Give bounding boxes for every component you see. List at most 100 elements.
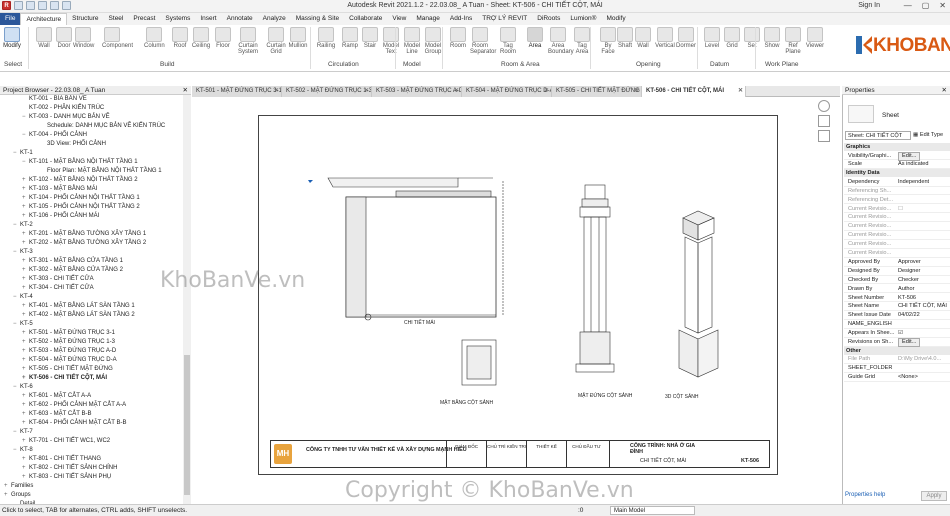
- expand-toggle-icon[interactable]: −: [13, 221, 20, 230]
- close-icon[interactable]: ✕: [364, 86, 369, 97]
- expand-toggle-icon[interactable]: +: [22, 275, 29, 284]
- tree-item[interactable]: + KT-604 - PHỐI CẢNH MẶT CẮT B-B: [0, 419, 190, 428]
- expand-toggle-icon[interactable]: +: [22, 185, 29, 194]
- ribbon-button-0[interactable]: Modify: [2, 27, 22, 49]
- property-row[interactable]: Referencing Sh...: [844, 187, 950, 196]
- ribbon-button-12[interactable]: Railing: [316, 27, 336, 49]
- project-browser-tree[interactable]: KT-001 - BÌA BẢN VẼ KT-002 - PHÂN KIẾN TR…: [0, 95, 191, 505]
- ribbon-button-13[interactable]: Ramp: [340, 27, 360, 49]
- ribbon-button-5[interactable]: Column: [144, 27, 165, 49]
- close-icon[interactable]: ✕: [634, 86, 639, 97]
- expand-toggle-icon[interactable]: +: [22, 365, 29, 374]
- tree-item[interactable]: KT-002 - PHÂN KIẾN TRÚC: [0, 104, 190, 113]
- ribbon-button-25[interactable]: Shaft: [615, 27, 635, 49]
- property-row[interactable]: Current Revisio... ☐: [844, 205, 950, 214]
- view-tab[interactable]: KT-503 - MẶT ĐỨNG TRỤC A-D ✕: [372, 86, 462, 97]
- ribbon-button-6[interactable]: Roof: [170, 27, 190, 49]
- tree-item[interactable]: − KT-8: [0, 446, 190, 455]
- expand-toggle-icon[interactable]: +: [22, 374, 29, 383]
- expand-toggle-icon[interactable]: +: [22, 347, 29, 356]
- expand-toggle-icon[interactable]: +: [22, 473, 29, 482]
- property-section[interactable]: Other: [844, 346, 950, 355]
- ribbon-tab-4[interactable]: Precast: [128, 13, 160, 25]
- expand-toggle-icon[interactable]: +: [22, 194, 29, 203]
- property-row[interactable]: Current Revisio...: [844, 231, 950, 240]
- tree-item[interactable]: − KT-2: [0, 221, 190, 230]
- ribbon-tab-7[interactable]: Annotate: [222, 13, 258, 25]
- ribbon-button-3[interactable]: Window: [73, 27, 94, 49]
- expand-toggle-icon[interactable]: +: [22, 464, 29, 473]
- tree-item[interactable]: + KT-401 - MẶT BẰNG LÁT SÀN TẦNG 1: [0, 302, 190, 311]
- tree-item[interactable]: + KT-603 - MẶT CẮT B-B: [0, 410, 190, 419]
- expand-toggle-icon[interactable]: +: [22, 455, 29, 464]
- close-icon[interactable]: ✕: [454, 86, 459, 97]
- active-model-dropdown[interactable]: Main Model: [610, 506, 695, 515]
- tree-item[interactable]: − KT-003 - DANH MỤC BẢN VẼ: [0, 113, 190, 122]
- ribbon-tab-8[interactable]: Analyze: [258, 13, 291, 25]
- close-icon[interactable]: ✕: [939, 1, 946, 10]
- property-value[interactable]: D:\My Drive\4.0...: [898, 355, 950, 364]
- property-value[interactable]: KT-506: [898, 294, 950, 303]
- property-value[interactable]: Approver: [898, 258, 950, 267]
- ribbon-tab-11[interactable]: View: [387, 13, 411, 25]
- ribbon-button-26[interactable]: Wall: [633, 27, 653, 49]
- property-row[interactable]: Current Revisio...: [844, 213, 950, 223]
- ribbon-tab-0[interactable]: File: [0, 13, 21, 25]
- expand-toggle-icon[interactable]: +: [22, 392, 29, 401]
- tree-item[interactable]: + KT-801 - CHI TIẾT THANG: [0, 455, 190, 464]
- property-row[interactable]: Current Revisio...: [844, 240, 950, 249]
- tree-item[interactable]: + KT-802 - CHI TIẾT SẢNH CHÍNH: [0, 464, 190, 473]
- expand-toggle-icon[interactable]: −: [13, 446, 20, 455]
- expand-toggle-icon[interactable]: +: [22, 356, 29, 365]
- close-icon[interactable]: ✕: [183, 86, 188, 95]
- ribbon-button-18[interactable]: Room: [448, 27, 468, 49]
- expand-toggle-icon[interactable]: −: [13, 248, 20, 257]
- ribbon-button-11[interactable]: Mullion: [288, 27, 308, 49]
- tree-item[interactable]: − KT-6: [0, 383, 190, 392]
- tree-item[interactable]: − KT-004 - PHỐI CẢNH: [0, 131, 190, 140]
- tree-item[interactable]: + KT-501 - MẶT ĐỨNG TRỤC 3-1: [0, 329, 190, 338]
- property-row[interactable]: Designed By Designer: [844, 267, 950, 276]
- tree-item[interactable]: − KT-4: [0, 293, 190, 302]
- property-row[interactable]: Current Revisio...: [844, 249, 950, 258]
- ribbon-button-1[interactable]: Wall: [34, 27, 54, 49]
- edit-button[interactable]: Edit...: [898, 151, 921, 161]
- tree-item[interactable]: + KT-701 - CHI TIẾT WC1, WC2: [0, 437, 190, 446]
- tree-item[interactable]: KT-001 - BÌA BẢN VẼ: [0, 95, 190, 104]
- property-row[interactable]: SHEET_FOLDER: [844, 364, 950, 374]
- tree-item[interactable]: + KT-505 - CHI TIẾT MẶT ĐỨNG: [0, 365, 190, 374]
- property-value[interactable]: CHI TIẾT CỘT, MÁI: [898, 302, 950, 311]
- ribbon-tab-1[interactable]: Architecture: [20, 13, 68, 25]
- expand-toggle-icon[interactable]: −: [13, 428, 20, 437]
- property-row[interactable]: Appears In Shee... ☑: [844, 329, 950, 338]
- property-section[interactable]: Graphics: [844, 143, 950, 151]
- expand-toggle-icon[interactable]: +: [22, 257, 29, 266]
- property-row[interactable]: NAME_ENGLISH: [844, 320, 950, 329]
- ribbon-button-17[interactable]: Model Group: [423, 27, 443, 55]
- tree-item[interactable]: + KT-301 - MẶT BẰNG CỬA TẦNG 1: [0, 257, 190, 266]
- property-value[interactable]: ☑: [898, 329, 950, 338]
- ribbon-tab-17[interactable]: Modify: [601, 13, 630, 25]
- ribbon-button-32[interactable]: Show: [762, 27, 782, 49]
- tree-item[interactable]: − KT-1: [0, 149, 190, 158]
- ribbon-button-4[interactable]: Component: [102, 27, 133, 49]
- ribbon-button-30[interactable]: Grid: [722, 27, 742, 49]
- property-row[interactable]: Current Revisio...: [844, 222, 950, 232]
- ribbon-button-29[interactable]: Level: [702, 27, 722, 49]
- ribbon-button-8[interactable]: Floor: [213, 27, 233, 49]
- tree-item[interactable]: + Families: [0, 482, 190, 491]
- zoom-icon[interactable]: [818, 115, 830, 127]
- ribbon-button-31[interactable]: Set: [742, 27, 762, 49]
- ribbon-tab-10[interactable]: Collaborate: [344, 13, 387, 25]
- tree-item[interactable]: − KT-7: [0, 428, 190, 437]
- edit-button[interactable]: Edit...: [898, 338, 921, 347]
- view-tab[interactable]: KT-502 - MẶT ĐỨNG TRỤC 1-3 ✕: [282, 86, 372, 97]
- steering-wheel-icon[interactable]: [818, 100, 830, 112]
- ribbon-button-21[interactable]: Area: [525, 27, 545, 49]
- tree-item[interactable]: 3D View: PHỐI CẢNH: [0, 140, 190, 149]
- ribbon-button-34[interactable]: Viewer: [805, 27, 825, 49]
- expand-toggle-icon[interactable]: −: [13, 149, 20, 158]
- expand-toggle-icon[interactable]: +: [22, 266, 29, 275]
- expand-toggle-icon[interactable]: +: [22, 338, 29, 347]
- tree-item[interactable]: + KT-202 - MẶT BẰNG TƯỜNG XÂY TẦNG 2: [0, 239, 190, 248]
